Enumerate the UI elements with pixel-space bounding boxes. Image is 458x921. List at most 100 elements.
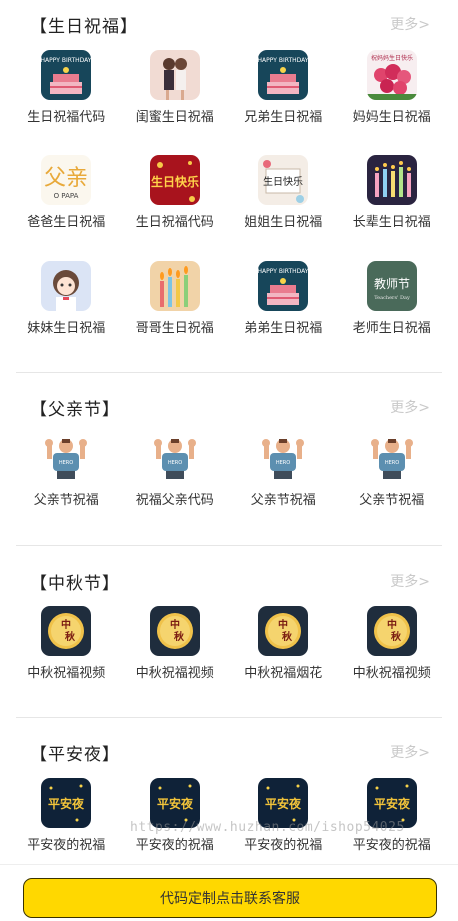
item-grid: HAPPY BIRTHDAY 生日祝福代码 闺蜜生日祝福 HAPPY BIRTH… <box>12 50 446 369</box>
item-label: 爸爸生日祝福 <box>27 215 106 230</box>
birthday-cake-icon: HAPPY BIRTHDAY <box>258 261 309 311</box>
grid-item[interactable]: HERO 父亲节祝福 <box>12 433 121 541</box>
svg-text:生日快乐: 生日快乐 <box>263 175 303 188</box>
section-mid-autumn: 【中秋节】 更多> 中秋 中秋祝福视频 中秋 中秋祝福视频 中秋 中秋祝福烟花 <box>0 546 458 714</box>
svg-text:教师节: 教师节 <box>374 276 410 291</box>
christmas-eve-icon: 平安夜 <box>41 778 92 828</box>
svg-text:中: 中 <box>170 618 180 631</box>
section-title: 【父亲节】 <box>30 400 120 420</box>
item-label: 中秋祝福烟花 <box>244 666 323 681</box>
grid-item[interactable]: 中秋 中秋祝福烟花 <box>229 606 338 714</box>
more-link[interactable]: 更多> <box>390 742 430 762</box>
grid-item[interactable]: 长辈生日祝福 <box>338 155 447 261</box>
grid-item[interactable]: 中秋 中秋祝福视频 <box>121 606 230 714</box>
grid-item[interactable]: HAPPY BIRTHDAY 兄弟生日祝福 <box>229 50 338 155</box>
section-title: 【平安夜】 <box>30 745 120 765</box>
section-header: 【平安夜】 更多> <box>18 732 440 778</box>
grid-item[interactable]: HERO 父亲节祝福 <box>338 433 447 541</box>
svg-text:HERO: HERO <box>168 460 182 466</box>
more-link[interactable]: 更多> <box>390 14 430 34</box>
grid-item[interactable]: 祝妈妈生日快乐 妈妈生日祝福 <box>338 50 447 155</box>
item-grid: 中秋 中秋祝福视频 中秋 中秋祝福视频 中秋 中秋祝福烟花 中秋 中秋祝福视频 <box>12 606 446 714</box>
grid-item[interactable]: 生日快乐 生日祝福代码 <box>121 155 230 261</box>
grid-item[interactable]: 中秋 中秋祝福视频 <box>338 606 447 714</box>
item-label: 长辈生日祝福 <box>352 215 431 230</box>
item-label: 平安夜的祝福 <box>135 838 214 853</box>
item-label: 中秋祝福视频 <box>135 666 214 681</box>
item-label: 妈妈生日祝福 <box>352 110 431 125</box>
grid-item[interactable]: 生日快乐 姐姐生日祝福 <box>229 155 338 261</box>
hero-dad-icon: HERO <box>258 433 309 483</box>
more-link[interactable]: 更多> <box>390 571 430 591</box>
svg-text:秋: 秋 <box>282 630 293 643</box>
item-label: 弟弟生日祝福 <box>244 321 323 336</box>
svg-text:中: 中 <box>278 618 288 631</box>
item-label: 父亲节祝福 <box>33 493 99 508</box>
svg-text:秋: 秋 <box>391 630 402 643</box>
contact-service-button[interactable]: 代码定制点击联系客服 <box>23 878 437 918</box>
candles-icon <box>149 261 200 311</box>
grid-item[interactable]: 父亲 O PAPA 爸爸生日祝福 <box>12 155 121 261</box>
section-title: 【生日祝福】 <box>30 17 138 37</box>
svg-text:HAPPY BIRTHDAY: HAPPY BIRTHDAY <box>41 57 91 64</box>
grid-item[interactable]: 妹妹生日祝福 <box>12 261 121 369</box>
father-text-icon: 父亲 O PAPA <box>41 155 92 205</box>
section-header: 【生日祝福】 更多> <box>18 6 440 50</box>
christmas-eve-icon: 平安夜 <box>149 778 200 828</box>
item-label: 中秋祝福视频 <box>352 666 431 681</box>
item-label: 平安夜的祝福 <box>352 838 431 853</box>
candles-icon <box>366 155 417 205</box>
grid-item[interactable]: 平安夜 平安夜的祝福 <box>12 778 121 855</box>
svg-text:HAPPY BIRTHDAY: HAPPY BIRTHDAY <box>258 268 308 275</box>
item-label: 哥哥生日祝福 <box>135 321 214 336</box>
item-label: 父亲节祝福 <box>359 493 425 508</box>
section-birthday: 【生日祝福】 更多> HAPPY BIRTHDAY 生日祝福代码 闺蜜生日祝福 … <box>0 0 458 369</box>
item-label: 闺蜜生日祝福 <box>135 110 214 125</box>
svg-text:HAPPY BIRTHDAY: HAPPY BIRTHDAY <box>258 57 308 64</box>
svg-text:HERO: HERO <box>276 460 290 466</box>
svg-text:秋: 秋 <box>174 630 185 643</box>
page-content: 【生日祝福】 更多> HAPPY BIRTHDAY 生日祝福代码 闺蜜生日祝福 … <box>0 0 458 864</box>
grid-item[interactable]: HAPPY BIRTHDAY 生日祝福代码 <box>12 50 121 155</box>
grid-item[interactable]: 平安夜 平安夜的祝福 <box>229 778 338 855</box>
moon-festival-icon: 中秋 <box>149 606 200 656</box>
svg-text:秋: 秋 <box>65 630 76 643</box>
grid-item[interactable]: 闺蜜生日祝福 <box>121 50 230 155</box>
teachers-day-icon: 教师节 Teachers' Day <box>366 261 417 311</box>
roses-icon: 祝妈妈生日快乐 <box>366 50 417 100</box>
section-header: 【父亲节】 更多> <box>18 387 440 433</box>
svg-text:HERO: HERO <box>385 460 399 466</box>
grid-item[interactable]: 中秋 中秋祝福视频 <box>12 606 121 714</box>
grid-item[interactable]: HAPPY BIRTHDAY 弟弟生日祝福 <box>229 261 338 369</box>
section-fathers-day: 【父亲节】 更多> HERO 父亲节祝福 HERO 祝福父亲代码 HERO 父亲… <box>0 373 458 541</box>
item-label: 生日祝福代码 <box>135 215 214 230</box>
grid-item[interactable]: 平安夜 平安夜的祝福 <box>121 778 230 855</box>
grid-item[interactable]: 教师节 Teachers' Day 老师生日祝福 <box>338 261 447 369</box>
svg-text:平安夜: 平安夜 <box>48 796 85 811</box>
item-label: 祝福父亲代码 <box>135 493 214 508</box>
anime-girl-icon <box>41 261 92 311</box>
svg-text:中: 中 <box>387 618 397 631</box>
section-header: 【中秋节】 更多> <box>18 560 440 606</box>
item-label: 平安夜的祝福 <box>244 838 323 853</box>
grid-item[interactable]: 哥哥生日祝福 <box>121 261 230 369</box>
more-link[interactable]: 更多> <box>390 397 430 417</box>
section-title: 【中秋节】 <box>30 574 120 594</box>
svg-text:祝妈妈生日快乐: 祝妈妈生日快乐 <box>371 54 413 62</box>
svg-text:HERO: HERO <box>59 460 73 466</box>
item-label: 妹妹生日祝福 <box>27 321 106 336</box>
christmas-eve-icon: 平安夜 <box>366 778 417 828</box>
moon-festival-icon: 中秋 <box>366 606 417 656</box>
item-label: 老师生日祝福 <box>352 321 431 336</box>
section-christmas-eve: 【平安夜】 更多> 平安夜 平安夜的祝福 平安夜 平安夜的祝福 平安夜 平安夜的… <box>0 718 458 855</box>
grid-item[interactable]: 平安夜 平安夜的祝福 <box>338 778 447 855</box>
svg-text:平安夜: 平安夜 <box>157 796 194 811</box>
item-grid: 平安夜 平安夜的祝福 平安夜 平安夜的祝福 平安夜 平安夜的祝福 平安夜 平安夜… <box>12 778 446 855</box>
grid-item[interactable]: HERO 父亲节祝福 <box>229 433 338 541</box>
hero-dad-icon: HERO <box>149 433 200 483</box>
item-label: 姐姐生日祝福 <box>244 215 323 230</box>
moon-festival-icon: 中秋 <box>41 606 92 656</box>
two-girls-icon <box>149 50 200 100</box>
christmas-eve-icon: 平安夜 <box>258 778 309 828</box>
grid-item[interactable]: HERO 祝福父亲代码 <box>121 433 230 541</box>
